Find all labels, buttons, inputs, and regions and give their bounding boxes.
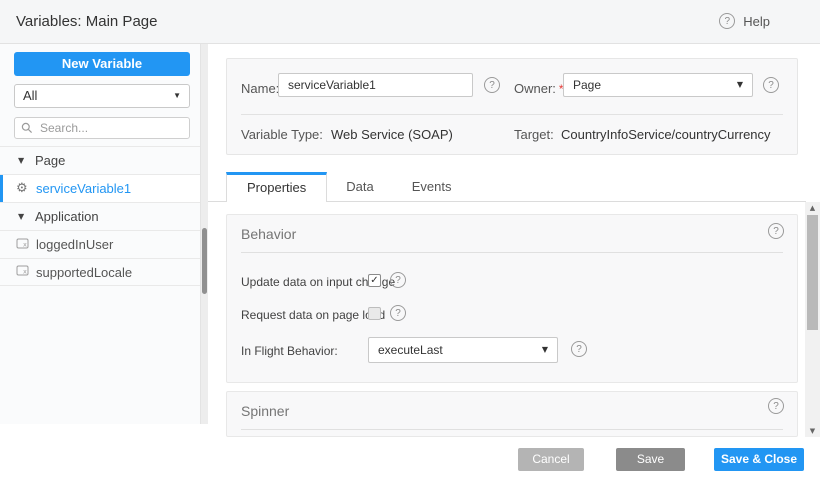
svg-text:x: x xyxy=(23,268,27,276)
behavior-help-icon[interactable]: ? xyxy=(768,223,784,239)
tree-group-label: Page xyxy=(35,153,65,168)
scroll-up-icon[interactable]: ▲ xyxy=(805,202,820,214)
cancel-button[interactable]: Cancel xyxy=(518,448,584,471)
search-input[interactable] xyxy=(38,120,182,136)
svg-text:x: x xyxy=(23,240,27,248)
scrollbar-thumb[interactable] xyxy=(807,215,818,330)
tree-group-application[interactable]: ▼ Application xyxy=(0,202,200,230)
request-on-page-load-label: Request data on page load xyxy=(241,308,385,322)
variable-info-panel: Name:* ? Owner:* Page ▼ ? Variable Type:… xyxy=(226,58,798,155)
app-header: Variables: Main Page ? Help xyxy=(0,0,820,44)
section-divider xyxy=(241,252,783,253)
help-label: Help xyxy=(743,14,770,29)
tree-item-label: loggedInUser xyxy=(36,237,113,252)
name-help-icon[interactable]: ? xyxy=(484,77,500,93)
service-variable-gear-icon: ⚙ xyxy=(16,182,31,195)
sidebar-scrollbar[interactable] xyxy=(200,44,208,424)
save-and-close-button[interactable]: Save & Close xyxy=(714,448,804,471)
update-on-input-change-help-icon[interactable]: ? xyxy=(390,272,406,288)
spinner-section: Spinner ? xyxy=(226,391,798,437)
caret-down-icon: ▼ xyxy=(173,85,181,107)
in-flight-behavior-help-icon[interactable]: ? xyxy=(571,341,587,357)
page-title: Variables: Main Page xyxy=(16,13,157,30)
request-on-page-load-help-icon[interactable]: ? xyxy=(390,305,406,321)
caret-down-icon: ▼ xyxy=(737,74,743,96)
content-scrollbar[interactable]: ▲ ▼ xyxy=(805,202,820,437)
behavior-section: Behavior ? Update data on input change ✓… xyxy=(226,214,798,383)
collapse-triangle-icon: ▼ xyxy=(18,156,30,165)
tree-group-page[interactable]: ▼ Page xyxy=(0,146,200,174)
save-button[interactable]: Save xyxy=(616,448,685,471)
in-flight-behavior-label: In Flight Behavior: xyxy=(241,344,338,358)
section-divider xyxy=(241,429,783,430)
owner-help-icon[interactable]: ? xyxy=(763,77,779,93)
tabbar: Properties Data Events xyxy=(226,172,470,202)
static-variable-icon: x xyxy=(16,264,31,280)
variable-filter-select[interactable]: All ▼ xyxy=(14,84,190,108)
check-icon: ✓ xyxy=(370,275,378,286)
request-on-page-load-checkbox[interactable] xyxy=(368,307,381,320)
variable-type-label: Variable Type: xyxy=(241,127,323,142)
scroll-down-icon[interactable]: ▼ xyxy=(805,425,820,437)
variables-sidebar: New Variable All ▼ ▼ Page ⚙ serviceVaria… xyxy=(0,44,208,424)
new-variable-button[interactable]: New Variable xyxy=(14,52,190,76)
spinner-help-icon[interactable]: ? xyxy=(768,398,784,414)
search-box[interactable] xyxy=(14,117,190,139)
tab-properties[interactable]: Properties xyxy=(226,172,327,202)
target-label: Target: xyxy=(514,127,554,142)
tree-item-label: supportedLocale xyxy=(36,265,132,280)
sidebar-scrollbar-thumb[interactable] xyxy=(202,228,207,294)
tab-events[interactable]: Events xyxy=(393,172,471,202)
tree-group-label: Application xyxy=(35,209,99,224)
tree-item-label: serviceVariable1 xyxy=(36,181,131,196)
target-value: CountryInfoService/countryCurrency xyxy=(561,127,771,142)
in-flight-behavior-select[interactable]: executeLast ▼ xyxy=(368,337,558,363)
help-icon: ? xyxy=(719,13,735,29)
name-input[interactable] xyxy=(278,73,473,97)
tree-item-loggedinuser[interactable]: x loggedInUser xyxy=(0,230,200,258)
static-variable-icon: x xyxy=(16,237,31,253)
owner-selected-value: Page xyxy=(573,78,601,92)
caret-down-icon: ▼ xyxy=(542,338,548,362)
update-on-input-change-checkbox[interactable]: ✓ xyxy=(368,274,381,287)
spinner-section-title: Spinner xyxy=(241,403,289,419)
collapse-triangle-icon: ▼ xyxy=(18,212,30,221)
variable-type-value: Web Service (SOAP) xyxy=(331,127,453,142)
in-flight-selected-value: executeLast xyxy=(378,343,443,357)
tree-item-servicevariable1[interactable]: ⚙ serviceVariable1 xyxy=(0,174,200,202)
filter-selected-value: All xyxy=(23,88,37,103)
behavior-section-title: Behavior xyxy=(241,226,296,242)
owner-select[interactable]: Page ▼ xyxy=(563,73,753,97)
panel-divider xyxy=(241,114,783,115)
help-button[interactable]: ? Help xyxy=(719,13,770,29)
tree-item-supportedlocale[interactable]: x supportedLocale xyxy=(0,258,200,286)
tab-data[interactable]: Data xyxy=(327,172,392,202)
owner-label: Owner:* xyxy=(514,80,564,98)
search-icon xyxy=(21,122,33,134)
variables-tree: ▼ Page ⚙ serviceVariable1 ▼ Application … xyxy=(0,146,200,286)
